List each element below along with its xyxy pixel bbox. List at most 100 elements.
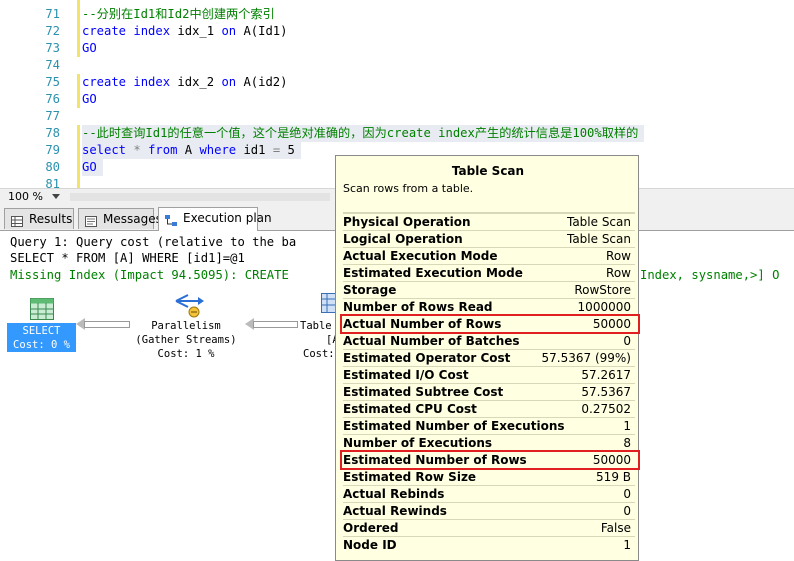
operator-tooltip: Table Scan Scan rows from a table. Physi… <box>335 155 640 561</box>
property-value: 0.27502 <box>581 402 631 416</box>
code-line[interactable]: 74 <box>0 57 794 74</box>
property-name: Actual Execution Mode <box>343 249 498 263</box>
line-number: 71 <box>45 7 60 21</box>
property-name: Actual Number of Batches <box>343 334 520 348</box>
tooltip-property-row: Estimated Subtree Cost 57.5367 <box>343 384 635 401</box>
row-separator <box>343 366 635 367</box>
code-token: 5 <box>280 143 295 157</box>
property-name: Estimated Row Size <box>343 470 477 484</box>
row-separator <box>343 383 635 384</box>
row-separator <box>343 519 635 520</box>
zoom-dropdown-icon[interactable] <box>52 194 60 199</box>
row-separator <box>343 298 635 299</box>
property-name: Estimated I/O Cost <box>343 368 469 382</box>
tab-messages[interactable]: Messages <box>78 208 162 229</box>
property-name: Estimated Subtree Cost <box>343 385 504 399</box>
property-name: Physical Operation <box>343 215 471 229</box>
query-sql-line: SELECT * FROM [A] WHERE [id1]=@1 <box>10 251 245 265</box>
line-number: 77 <box>45 109 60 123</box>
row-separator <box>343 349 635 350</box>
code-text: create index idx_2 on A(id2) <box>82 74 288 91</box>
sql-keyword: GO <box>82 41 97 55</box>
property-name: Estimated CPU Cost <box>343 402 477 416</box>
sql-keyword: on <box>221 24 237 38</box>
line-number: 72 <box>45 24 60 38</box>
property-value: Table Scan <box>566 215 631 229</box>
code-text: --此时查询Id1的任意一个值，这个是绝对准确的，因为create index产… <box>82 125 645 142</box>
property-name: Actual Rewinds <box>343 504 447 518</box>
row-separator <box>343 264 635 265</box>
row-separator <box>343 247 635 248</box>
code-token: A <box>177 143 200 157</box>
code-line[interactable]: 76 GO <box>0 91 794 108</box>
tooltip-property-row: Estimated Row Size 519 B <box>343 469 635 486</box>
property-value: 57.5367 (99%) <box>541 351 631 365</box>
tooltip-property-row: Storage RowStore <box>343 282 635 299</box>
property-name: Actual Rebinds <box>343 487 445 501</box>
property-name: Logical Operation <box>343 232 463 246</box>
tooltip-property-row: Physical Operation Table Scan <box>343 214 635 231</box>
select-node-label: SELECT <box>22 325 61 337</box>
code-line[interactable]: 75 create index idx_2 on A(id2) <box>0 74 794 91</box>
row-separator <box>343 434 635 435</box>
line-number: 80 <box>45 160 60 174</box>
sql-keyword: on <box>221 75 237 89</box>
sql-comment: --分别在Id1和Id2中创建两个索引 <box>82 7 275 21</box>
tab-label: Execution plan <box>183 211 272 225</box>
row-separator <box>343 502 635 503</box>
tooltip-description: Scan rows from a table. <box>343 182 474 195</box>
tooltip-property-row: Estimated I/O Cost 57.2617 <box>343 367 635 384</box>
row-separator <box>343 417 635 418</box>
property-value: Table Scan <box>566 232 631 246</box>
horizontal-scrollbar[interactable] <box>70 193 330 201</box>
code-text: create index idx_1 on A(Id1) <box>82 23 288 40</box>
line-number: 81 <box>45 177 60 188</box>
property-name: Estimated Execution Mode <box>343 266 523 280</box>
property-value: 0 <box>623 487 631 501</box>
code-text: --分别在Id1和Id2中创建两个索引 <box>82 6 275 23</box>
sql-keyword: from <box>148 143 178 157</box>
zoom-level[interactable]: 100 % <box>8 190 43 203</box>
code-line[interactable]: 71 --分别在Id1和Id2中创建两个索引 <box>0 6 794 23</box>
tab-results[interactable]: Results <box>4 208 74 229</box>
row-separator <box>343 213 635 214</box>
property-value: RowStore <box>574 283 631 297</box>
tooltip-property-row: Estimated Operator Cost 57.5367 (99%) <box>343 350 635 367</box>
property-name: Estimated Number of Executions <box>343 419 565 433</box>
property-name: Node ID <box>343 538 397 552</box>
code-line[interactable]: 77 <box>0 108 794 125</box>
code-token: A(Id1) <box>236 24 288 38</box>
missing-index-line[interactable]: Missing Index (Impact 94.5095): CREATE <box>10 267 289 284</box>
table-scan-label: Table <box>300 320 332 332</box>
code-line[interactable]: 73 GO <box>0 40 794 57</box>
code-text: GO <box>82 159 103 176</box>
sql-keyword: where <box>199 143 237 157</box>
parallelism-cost: Cost: 1 % <box>157 348 215 360</box>
code-line[interactable]: 78 --此时查询Id1的任意一个值，这个是绝对准确的，因为create inde… <box>0 125 794 142</box>
code-line[interactable]: 72 create index idx_1 on A(Id1) <box>0 23 794 40</box>
tooltip-property-row: Actual Rewinds 0 <box>343 503 635 520</box>
property-name: Storage <box>343 283 397 297</box>
tooltip-property-row: Actual Number of Batches 0 <box>343 333 635 350</box>
row-separator <box>343 485 635 486</box>
property-value: 57.5367 <box>581 385 631 399</box>
sql-keyword: create <box>82 24 127 38</box>
select-node-cost: Cost: 0 % <box>13 339 70 351</box>
table-scan-cost: Cost: <box>303 348 335 360</box>
code-token: idx_1 <box>170 24 222 38</box>
sql-comment: --此时查询Id1的任意一个值，这个是绝对准确的，因为create index产… <box>82 126 639 140</box>
row-separator <box>343 230 635 231</box>
tooltip-property-row: Node ID 1 <box>343 537 635 554</box>
sql-keyword: select <box>82 143 127 157</box>
property-value: False <box>600 521 631 535</box>
row-separator <box>343 212 635 213</box>
code-text: select * from A where id1 = 5 <box>82 142 301 159</box>
property-value: 1 <box>623 538 631 552</box>
row-separator <box>343 281 635 282</box>
property-value: 519 B <box>596 470 631 484</box>
tab-label: Results <box>29 212 73 226</box>
property-name: Ordered <box>343 521 399 535</box>
highlight-box <box>340 450 640 470</box>
tab-execution-plan[interactable]: Execution plan <box>158 207 272 231</box>
